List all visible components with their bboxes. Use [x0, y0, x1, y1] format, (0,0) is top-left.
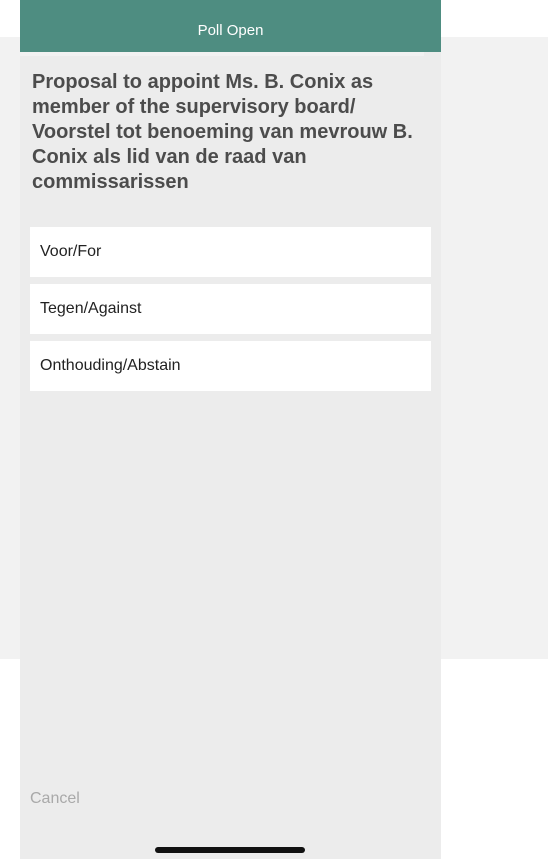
poll-sheet: Poll Open Proposal to appoint Ms. B. Con…	[20, 0, 441, 859]
header-divider	[20, 52, 424, 56]
cancel-button[interactable]: Cancel	[30, 790, 80, 808]
poll-question: Proposal to appoint Ms. B. Conix as memb…	[32, 71, 413, 193]
poll-header: Poll Open	[20, 0, 441, 52]
option-for[interactable]: Voor/For	[30, 227, 431, 277]
poll-options: Voor/For Tegen/Against Onthouding/Abstai…	[30, 227, 431, 398]
option-against[interactable]: Tegen/Against	[30, 284, 431, 334]
header-title: Poll Open	[197, 22, 264, 39]
screen: Poll Open Proposal to appoint Ms. B. Con…	[0, 0, 548, 859]
home-indicator	[155, 847, 305, 853]
option-abstain[interactable]: Onthouding/Abstain	[30, 341, 431, 391]
